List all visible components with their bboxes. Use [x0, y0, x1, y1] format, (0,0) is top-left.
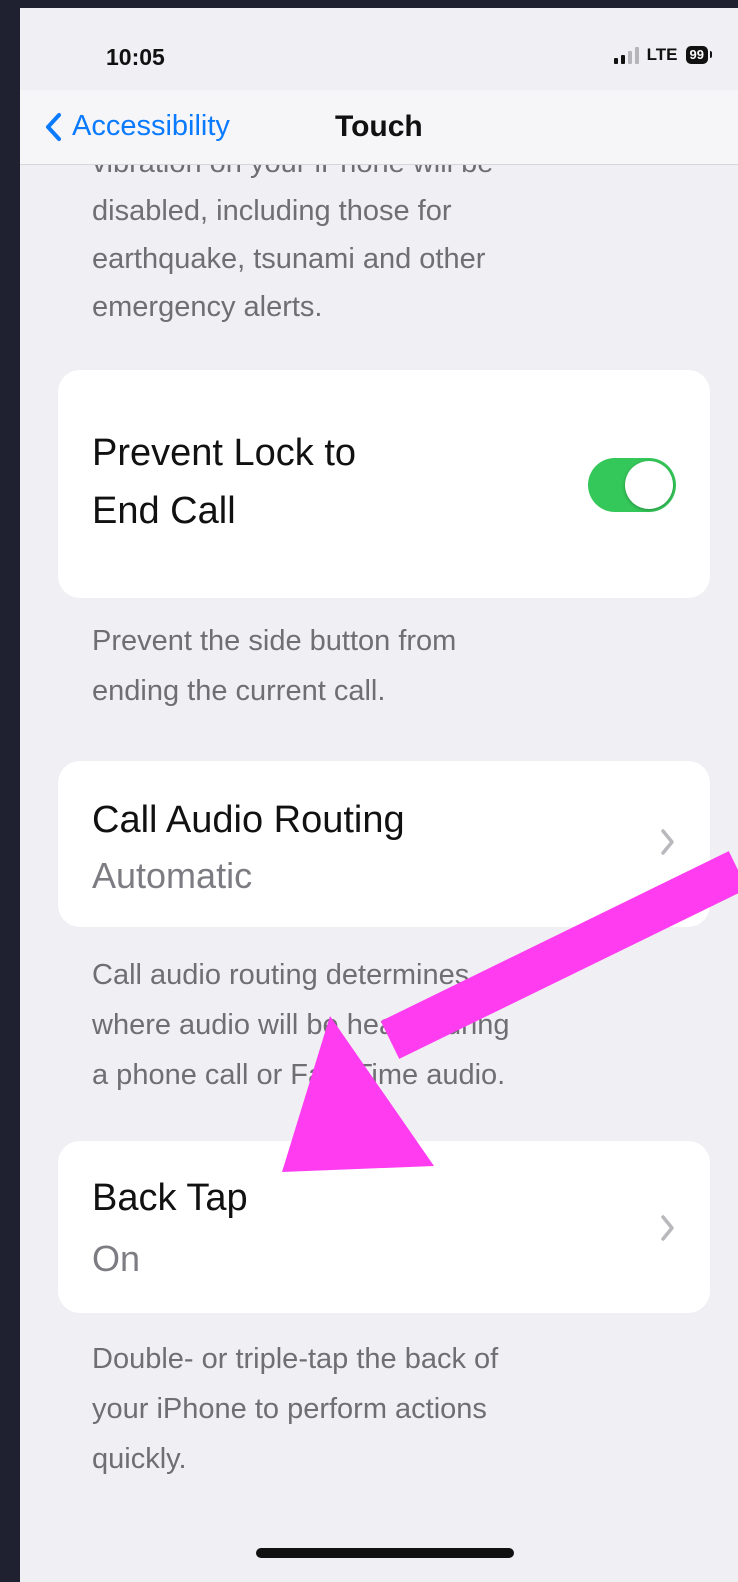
signal-icon — [613, 46, 639, 64]
toggle-knob — [625, 461, 673, 509]
call-audio-value: Automatic — [92, 855, 253, 896]
call-audio-routing-row[interactable]: Call Audio Routing Automatic — [58, 761, 710, 927]
prevent-lock-title-line-1: Prevent Lock to — [92, 432, 357, 474]
call-audio-footer-line-3: a phone call or FaceTime audio. — [92, 1059, 506, 1091]
chevron-right-icon — [660, 827, 676, 862]
back-tap-footer-line-3: quickly. — [92, 1443, 187, 1475]
battery-icon: 99 — [685, 46, 713, 64]
back-tap-footer-line-1: Double- or triple-tap the back of — [92, 1343, 499, 1375]
status-indicators: LTE 99 — [613, 45, 713, 65]
page-title: Touch — [335, 110, 423, 143]
emergency-footer-line-2: earthquake, tsunami and other — [92, 243, 486, 275]
chevron-left-icon — [44, 112, 62, 142]
iphone-screen: 10:05 LTE 99 Accessibility Touch vibrati… — [20, 8, 738, 1582]
emergency-footer-line-3: emergency alerts. — [92, 291, 323, 323]
back-button[interactable]: Accessibility — [44, 110, 230, 143]
back-tap-value: On — [92, 1238, 141, 1279]
prevent-lock-toggle[interactable] — [588, 458, 676, 512]
emergency-footer-line-1: disabled, including those for — [92, 195, 452, 227]
status-time: 10:05 — [106, 44, 165, 70]
network-type: LTE — [646, 45, 678, 64]
back-label: Accessibility — [72, 110, 230, 142]
prevent-lock-title-line-2: End Call — [92, 490, 236, 532]
navigation-bar: Accessibility Touch — [20, 90, 738, 165]
home-indicator[interactable] — [256, 1548, 514, 1558]
emergency-footer-cut-line: vibration on your iPhone will be — [92, 165, 493, 188]
back-tap-row[interactable]: Back Tap On — [58, 1141, 710, 1313]
back-tap-footer-line-2: your iPhone to perform actions — [92, 1393, 487, 1425]
call-audio-footer-line-1: Call audio routing determines — [92, 959, 470, 991]
call-audio-footer-line-2: where audio will be heard during — [92, 1009, 510, 1041]
prevent-lock-footer-line-2: ending the current call. — [92, 675, 386, 707]
prevent-lock-card: Prevent Lock to End Call — [58, 370, 710, 598]
prevent-lock-footer-line-1: Prevent the side button from — [92, 625, 457, 657]
call-audio-title: Call Audio Routing — [92, 799, 405, 841]
chevron-right-icon — [660, 1213, 676, 1248]
back-tap-title: Back Tap — [92, 1177, 248, 1219]
settings-content[interactable]: vibration on your iPhone will be disable… — [20, 165, 738, 1582]
